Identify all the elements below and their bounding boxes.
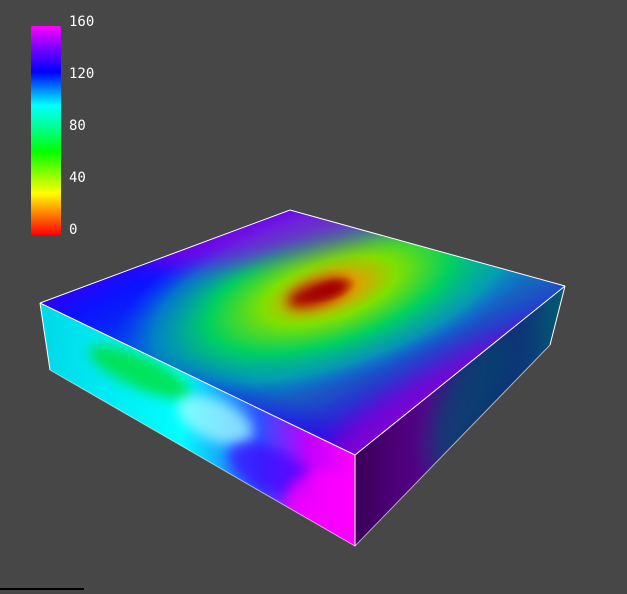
colorbar-tick-80: 80 bbox=[69, 118, 86, 134]
colorbar-tick-120: 120 bbox=[69, 66, 95, 82]
slab-render bbox=[39, 209, 566, 547]
colorbar-tick-40: 40 bbox=[69, 170, 86, 186]
colorbar-tick-0: 0 bbox=[69, 222, 78, 238]
3d-viewport[interactable] bbox=[0, 0, 627, 590]
color-scale-bar bbox=[31, 26, 61, 235]
colorbar-tick-160: 160 bbox=[69, 14, 95, 30]
